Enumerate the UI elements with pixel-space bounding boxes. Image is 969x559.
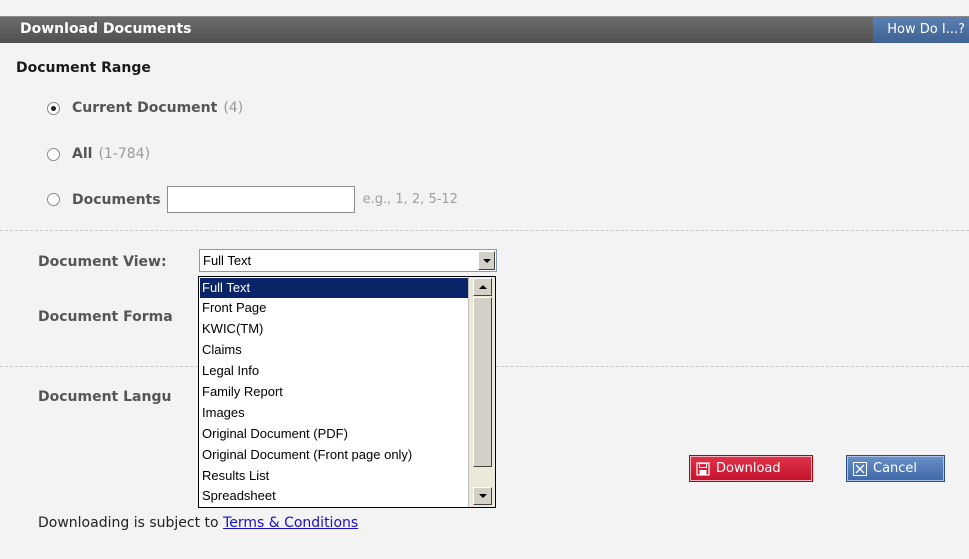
radio-all[interactable] xyxy=(47,147,60,161)
document-view-selected-value: Full Text xyxy=(203,253,252,268)
chevron-down-icon xyxy=(478,494,487,498)
radio-documents[interactable] xyxy=(47,193,60,206)
radio-current-document[interactable] xyxy=(47,101,60,115)
option-front-page[interactable]: Front Page xyxy=(200,298,468,318)
radio-label-current: Current Document xyxy=(72,100,218,116)
option-spreadsheet[interactable]: Spreadsheet xyxy=(200,486,468,506)
radio-label-all: All xyxy=(72,146,93,162)
dropdown-scrollbar[interactable] xyxy=(468,277,495,507)
option-full-text[interactable]: Full Text xyxy=(200,278,468,298)
terms-notice-text: Downloading is subject to xyxy=(38,515,219,531)
document-view-label: Document View: xyxy=(38,254,167,270)
dialog-titlebar: Download Documents How Do I...? xyxy=(0,16,969,43)
download-dialog: Download Documents How Do I...? Document… xyxy=(0,0,969,559)
select-dropdown-button[interactable] xyxy=(478,251,495,270)
option-results-list[interactable]: Results List xyxy=(200,466,468,486)
download-label: Download xyxy=(716,461,781,476)
document-view-select[interactable]: Full Text xyxy=(199,249,497,272)
divider xyxy=(0,230,969,231)
scroll-down-button[interactable] xyxy=(473,487,492,505)
dialog-title: Download Documents xyxy=(20,21,192,37)
option-original-pdf[interactable]: Original Document (PDF) xyxy=(200,424,468,444)
download-button[interactable]: Download xyxy=(689,455,813,482)
document-range-heading: Document Range xyxy=(16,60,151,76)
option-legal-info[interactable]: Legal Info xyxy=(200,361,468,381)
scrollbar-thumb[interactable] xyxy=(473,297,492,467)
terms-notice: Downloading is subject to Terms & Condit… xyxy=(38,515,358,531)
option-original-front-page[interactable]: Original Document (Front page only) xyxy=(200,445,468,465)
radio-hint-current: (4) xyxy=(223,100,244,116)
radio-row-all[interactable]: All (1-784) xyxy=(47,146,150,162)
option-kwic[interactable]: KWIC(TM) xyxy=(200,319,468,339)
option-images[interactable]: Images xyxy=(200,403,468,423)
help-link[interactable]: How Do I...? xyxy=(873,17,969,43)
close-icon xyxy=(853,461,867,476)
cancel-button[interactable]: Cancel xyxy=(846,455,945,482)
documents-example-text: e.g., 1, 2, 5-12 xyxy=(362,192,458,207)
radio-hint-all: (1-784) xyxy=(98,146,151,162)
document-format-label: Document Forma xyxy=(38,309,173,325)
scroll-up-button[interactable] xyxy=(473,278,492,296)
terms-conditions-link[interactable]: Terms & Conditions xyxy=(223,515,358,531)
chevron-up-icon xyxy=(478,285,487,289)
save-disk-icon xyxy=(696,461,710,476)
document-language-label: Document Langu xyxy=(38,389,172,405)
chevron-down-icon xyxy=(482,258,491,263)
document-view-dropdown-list[interactable]: Full Text Front Page KWIC(TM) Claims Leg… xyxy=(198,276,496,508)
option-family-report[interactable]: Family Report xyxy=(200,382,468,402)
radio-row-documents[interactable]: Documents e.g., 1, 2, 5-12 xyxy=(47,186,458,213)
cancel-label: Cancel xyxy=(873,461,918,476)
documents-range-input[interactable] xyxy=(166,186,355,213)
radio-label-documents: Documents xyxy=(72,191,161,208)
radio-row-current[interactable]: Current Document (4) xyxy=(47,100,243,116)
option-claims[interactable]: Claims xyxy=(200,340,468,360)
